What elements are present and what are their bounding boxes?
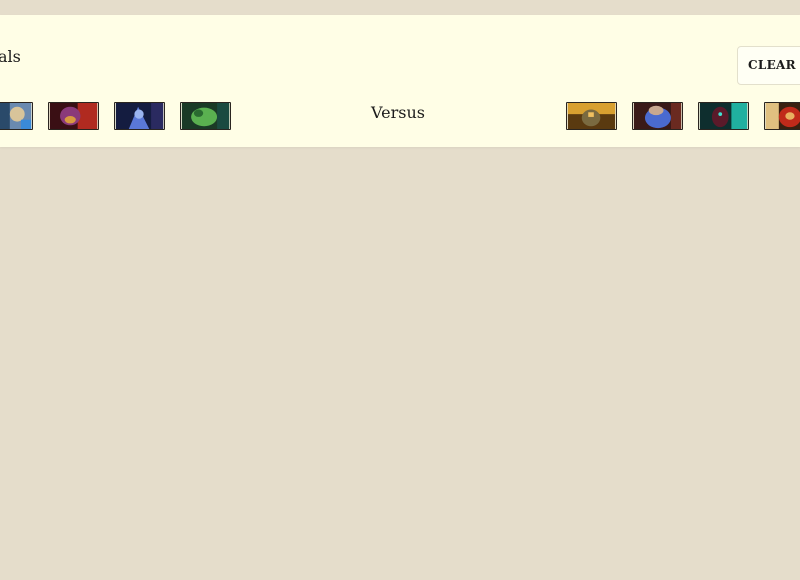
hero-portrait-blue-mage-icon (115, 103, 164, 129)
dire-hero-4[interactable] (764, 102, 800, 130)
hero-portrait-green-beast-icon (181, 103, 230, 129)
dire-hero-1[interactable] (566, 102, 617, 130)
hero-portrait-red-warrior-icon (765, 103, 800, 129)
clear-selection-button[interactable]: CLEAR S (737, 46, 800, 85)
radiant-hero-4[interactable] (180, 102, 231, 130)
hero-portrait-gold-warrior-icon (567, 103, 616, 129)
radiant-hero-3[interactable] (114, 102, 165, 130)
hero-portrait-blue-brute-icon (633, 103, 682, 129)
dire-hero-2[interactable] (632, 102, 683, 130)
draft-panel: als CLEAR S Versus (0, 15, 800, 147)
dire-hero-3[interactable] (698, 102, 749, 130)
hero-portrait-light-armor-icon (0, 103, 32, 129)
hero-portrait-teal-assassin-icon (699, 103, 748, 129)
radiant-hero-1[interactable] (0, 102, 33, 130)
hero-portrait-demon-red-icon (49, 103, 98, 129)
radiant-hero-2[interactable] (48, 102, 99, 130)
panel-title: als (0, 47, 21, 66)
